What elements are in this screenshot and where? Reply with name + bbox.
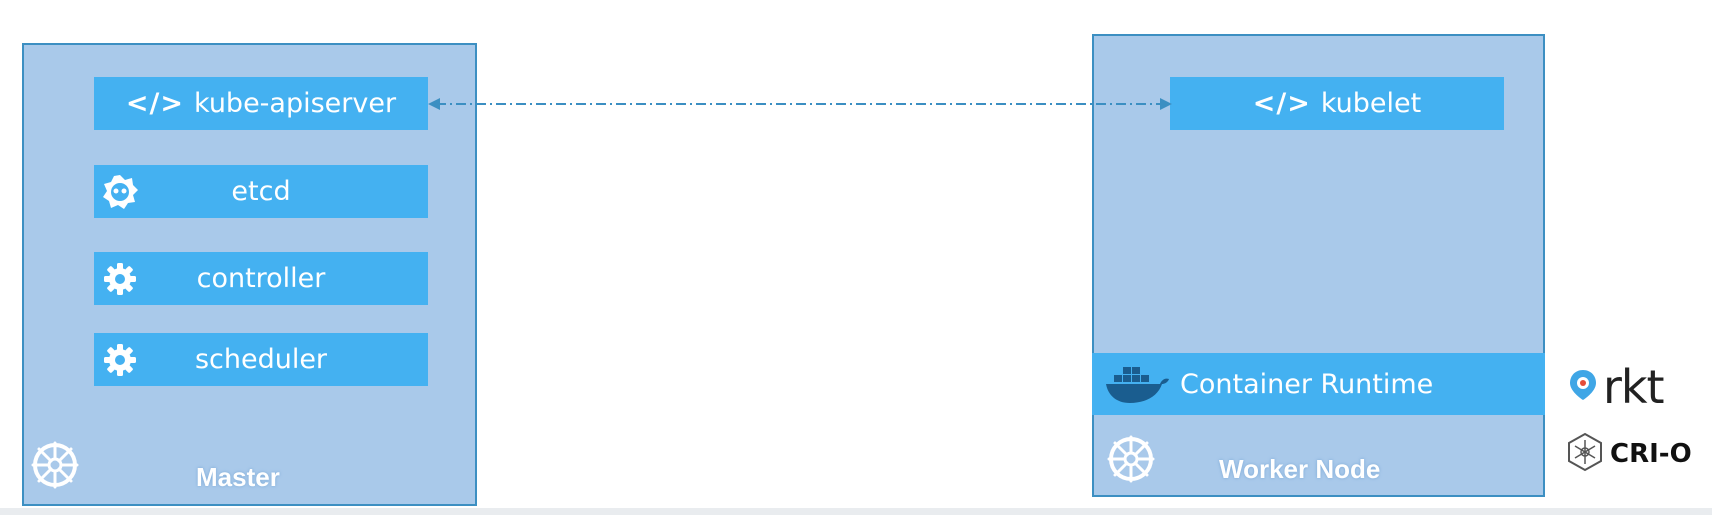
api-connector [428,98,1172,110]
rkt-label: rkt [1603,360,1665,414]
crio-label: CRI-O [1610,439,1692,469]
bottom-divider [0,508,1712,515]
rkt-logo: rkt [1567,360,1665,414]
crio-icon [1565,432,1605,476]
crio-logo: CRI-O [1565,432,1692,476]
rkt-icon [1567,368,1599,406]
